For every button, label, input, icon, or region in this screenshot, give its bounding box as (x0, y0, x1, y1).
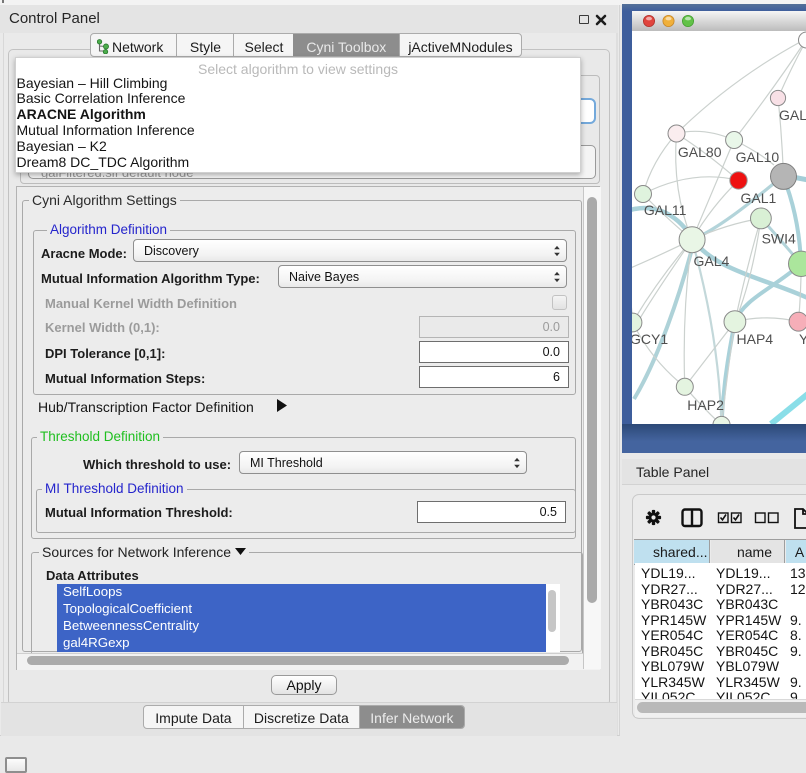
svg-text:GAL4: GAL4 (694, 253, 730, 269)
svg-text:GAL10: GAL10 (736, 149, 780, 165)
svg-text:HAP4: HAP4 (737, 331, 774, 347)
svg-text:GAL11: GAL11 (644, 202, 687, 218)
svg-text:Y: Y (799, 331, 806, 347)
svg-text:GAL1: GAL1 (741, 190, 777, 206)
svg-text:GAL80: GAL80 (678, 144, 722, 160)
svg-text:HAP2: HAP2 (687, 397, 724, 413)
svg-text:GAL7: GAL7 (779, 107, 806, 123)
svg-text:GCY1: GCY1 (632, 331, 668, 347)
svg-text:SWI4: SWI4 (762, 231, 796, 247)
